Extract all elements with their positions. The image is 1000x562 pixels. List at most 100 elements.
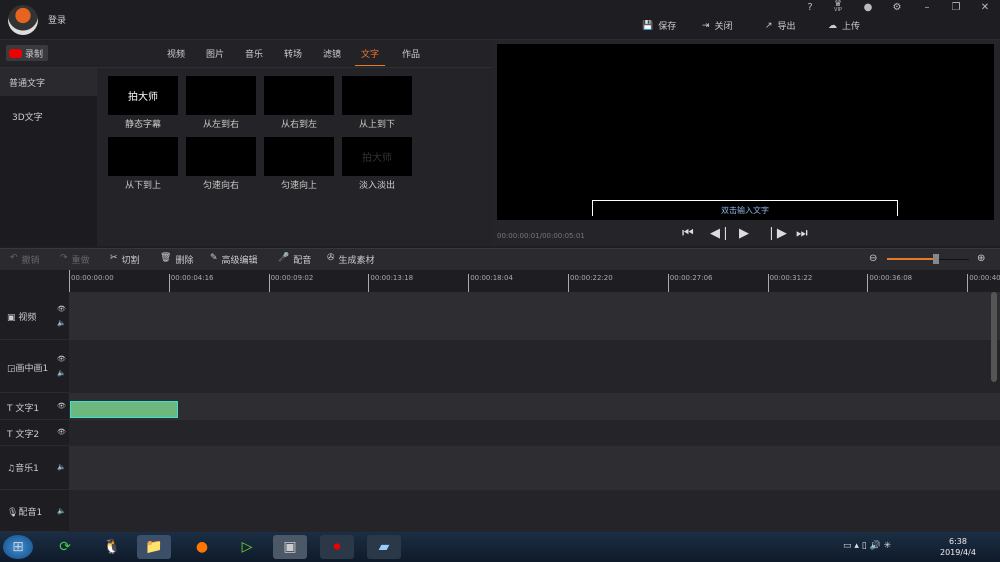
template-label: 从右到左 bbox=[280, 120, 317, 130]
eye-icon[interactable]: 👁 bbox=[57, 402, 66, 410]
gear-icon[interactable]: ⚙ bbox=[887, 2, 907, 13]
tab-transition[interactable]: 转场 bbox=[284, 47, 302, 60]
login-link[interactable]: 登录 bbox=[48, 13, 66, 26]
template-thumbnail[interactable] bbox=[108, 137, 178, 176]
cloud-upload-icon: ☁ bbox=[828, 20, 837, 31]
template-thumbnail[interactable] bbox=[264, 76, 334, 115]
skip-end-icon[interactable]: ⏭ bbox=[796, 226, 808, 241]
skip-start-icon[interactable]: ⏮ bbox=[682, 226, 694, 241]
undo-icon: ↶ bbox=[10, 253, 18, 263]
thumbnail-text: 拍大师 bbox=[362, 153, 392, 164]
undo-button[interactable]: ↶ 撤销 bbox=[10, 253, 40, 266]
track-label-text1: T 文字1 bbox=[7, 404, 40, 414]
tab-music[interactable]: 音乐 bbox=[245, 47, 263, 60]
help-button[interactable]: ? bbox=[800, 2, 820, 13]
folder-icon[interactable]: 📁 bbox=[137, 535, 171, 559]
ruler-tick-label: 00:00:22:20 bbox=[568, 274, 613, 292]
tray-icons[interactable]: ▭ ▴ ▯ 🔊 ✳ bbox=[843, 541, 891, 551]
eye-icon[interactable]: 👁 bbox=[57, 428, 66, 436]
paidashi-app-icon[interactable]: ▣ bbox=[273, 535, 307, 559]
tab-video[interactable]: 视频 bbox=[167, 47, 185, 60]
thumbnail-text: 拍大师 bbox=[128, 92, 158, 103]
eye-icon[interactable]: 👁 bbox=[57, 355, 66, 363]
qq-icon[interactable]: 🐧 bbox=[95, 535, 129, 559]
media-app-icon[interactable]: ▷ bbox=[230, 535, 264, 559]
zoom-in-icon[interactable]: ⊕ bbox=[977, 253, 985, 264]
zoom-out-icon[interactable]: ⊖ bbox=[869, 253, 877, 264]
generate-button[interactable]: ✇ 生成素材 bbox=[327, 253, 375, 266]
track-music bbox=[0, 446, 1000, 490]
play-icon[interactable]: ▶ bbox=[739, 226, 749, 241]
text-icon: T bbox=[7, 430, 13, 440]
preview-screen bbox=[497, 44, 994, 220]
step-forward-icon[interactable]: ❘▶ bbox=[766, 226, 787, 241]
clock[interactable]: 6:38 2019/4/4 bbox=[940, 536, 976, 558]
track-label-pip: ◲画中画1 bbox=[7, 364, 49, 374]
advanced-edit-button[interactable]: ✎ 高级编辑 bbox=[210, 253, 258, 266]
template-label: 淡入淡出 bbox=[358, 181, 395, 191]
template-thumbnail[interactable] bbox=[186, 137, 256, 176]
trash-icon: 🗑 bbox=[160, 253, 172, 263]
redo-button[interactable]: ↷ 重做 bbox=[60, 253, 90, 266]
save-button[interactable]: 💾 保存 bbox=[642, 19, 676, 33]
track-pip bbox=[0, 340, 1000, 393]
tab-filter[interactable]: 滤镜 bbox=[323, 47, 341, 60]
redo-icon: ↷ bbox=[60, 253, 68, 263]
upload-button[interactable]: ☁ 上传 bbox=[828, 19, 860, 33]
microphone-icon: 🎤 bbox=[278, 253, 290, 263]
cut-button[interactable]: ✂ 切割 bbox=[110, 253, 140, 266]
ruler-tick-label: 00:00:13:18 bbox=[368, 274, 413, 292]
speaker-icon[interactable]: 🔈 bbox=[57, 463, 66, 471]
track-label-text2: T 文字2 bbox=[7, 430, 40, 440]
zoom-slider-fill bbox=[887, 258, 937, 260]
category-normal-text[interactable]: 普通文字 bbox=[0, 68, 97, 96]
track-text2 bbox=[0, 420, 1000, 446]
tab-text[interactable]: 文字 bbox=[355, 47, 386, 66]
pencil-icon: ✎ bbox=[210, 253, 218, 263]
tab-image[interactable]: 图片 bbox=[206, 47, 224, 60]
firefox-icon[interactable]: ● bbox=[185, 535, 219, 559]
template-thumbnail[interactable] bbox=[186, 76, 256, 115]
record-button[interactable]: 录制 bbox=[6, 45, 48, 61]
timeline-scrollbar[interactable] bbox=[991, 292, 997, 382]
recorder-icon[interactable]: ⏺ bbox=[320, 535, 354, 559]
tab-works[interactable]: 作品 bbox=[402, 47, 420, 60]
speaker-icon[interactable]: 🔈 bbox=[57, 369, 66, 377]
caption-textbox[interactable]: 双击输入文字 bbox=[592, 200, 898, 216]
ruler-tick-label: 00:00:04:16 bbox=[168, 274, 214, 292]
template-thumbnail[interactable]: 拍大师 bbox=[342, 137, 412, 176]
template-label: 静态字幕 bbox=[124, 120, 161, 130]
exit-icon: ⇥ bbox=[702, 20, 710, 31]
dub-button[interactable]: 🎤 配音 bbox=[278, 253, 311, 266]
timecode: 00:00:00:01/00:00:05:01 bbox=[497, 232, 585, 240]
taskbar-app-icon[interactable]: ⟳ bbox=[48, 535, 82, 559]
export-button[interactable]: ↗ 导出 bbox=[765, 19, 796, 33]
pip-icon: ◲ bbox=[7, 364, 16, 374]
speaker-icon[interactable]: 🔈 bbox=[57, 507, 66, 515]
ruler-tick-label: 00:00:36:08 bbox=[867, 274, 912, 292]
track-voice bbox=[0, 490, 1000, 532]
notes-app-icon[interactable]: ▰ bbox=[367, 535, 401, 559]
step-back-icon[interactable]: ◀❘ bbox=[710, 226, 731, 241]
close-button[interactable]: ⇥ 关闭 bbox=[702, 19, 733, 33]
template-label: 从上到下 bbox=[358, 120, 395, 130]
speaker-icon[interactable]: 🔈 bbox=[57, 319, 66, 327]
restore-icon[interactable]: ❐ bbox=[946, 2, 966, 13]
text-icon: T bbox=[7, 404, 13, 414]
eye-icon[interactable]: 👁 bbox=[57, 305, 66, 313]
qq-icon[interactable]: ● bbox=[858, 2, 878, 13]
template-label: 从左到右 bbox=[202, 120, 239, 130]
delete-button[interactable]: 🗑 删除 bbox=[160, 253, 193, 266]
template-thumbnail[interactable] bbox=[264, 137, 334, 176]
template-thumbnail[interactable]: 拍大师 bbox=[108, 76, 178, 115]
start-button[interactable]: ⊞ bbox=[3, 535, 33, 559]
vip-button[interactable]: ♛ VIP bbox=[826, 0, 850, 13]
template-thumbnail[interactable] bbox=[342, 76, 412, 115]
zoom-slider-handle[interactable] bbox=[933, 254, 940, 264]
category-3d-text[interactable]: 3D文字 bbox=[0, 102, 97, 130]
text-clip[interactable] bbox=[70, 401, 178, 418]
share-icon: ↗ bbox=[765, 20, 773, 31]
close-window-icon[interactable]: ✕ bbox=[975, 2, 995, 13]
minimize-icon[interactable]: – bbox=[917, 2, 937, 13]
save-icon: 💾 bbox=[642, 20, 654, 31]
